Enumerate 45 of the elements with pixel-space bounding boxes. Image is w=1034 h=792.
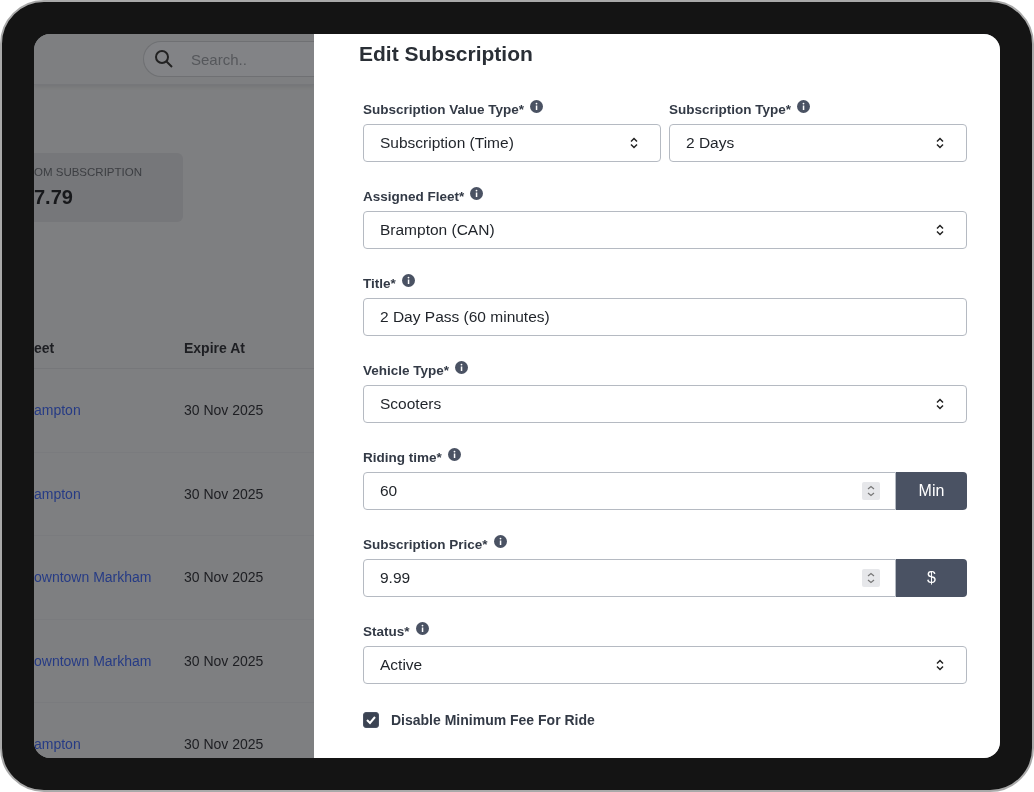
field-label: Subscription Price* <box>363 536 488 552</box>
column-header: Expire At <box>184 340 245 356</box>
spinner-icon[interactable] <box>862 569 880 587</box>
table-cell: 30 Nov 2025 <box>184 652 264 669</box>
number-field[interactable]: 9.99 <box>363 559 896 597</box>
info-icon[interactable] <box>401 273 415 287</box>
field-label: Assigned Fleet* <box>363 188 465 204</box>
chevron-updown-icon <box>936 137 944 149</box>
chevron-updown-icon <box>630 137 638 149</box>
info-icon[interactable] <box>447 447 461 461</box>
select-field[interactable]: 2 Days <box>669 124 967 162</box>
info-icon[interactable] <box>455 360 469 374</box>
field-label: Title* <box>363 275 396 291</box>
select-field[interactable]: Active <box>363 646 967 684</box>
stat-value: 7.79 <box>34 186 74 209</box>
select-field[interactable]: Brampton (CAN) <box>363 211 967 249</box>
chevron-updown-icon <box>936 224 944 236</box>
field-label: Subscription Type* <box>669 101 791 117</box>
checkbox[interactable] <box>363 712 379 728</box>
spinner-icon[interactable] <box>862 482 880 500</box>
unit-addon: Min <box>896 472 967 510</box>
field-label: Subscription Value Type* <box>363 101 525 117</box>
chevron-updown-icon <box>936 659 944 671</box>
info-icon[interactable] <box>493 534 507 548</box>
stat-label: OM SUBSCRIPTION <box>34 166 143 178</box>
field-label: Vehicle Type* <box>363 362 450 378</box>
select-field[interactable]: Subscription (Time) <box>363 124 661 162</box>
drawer-title: Edit Subscription <box>359 42 534 66</box>
table-cell: 30 Nov 2025 <box>184 485 264 502</box>
select-field[interactable]: Scooters <box>363 385 967 423</box>
table-cell: 30 Nov 2025 <box>184 736 264 753</box>
unit-addon: $ <box>896 559 967 597</box>
number-field[interactable]: 60 <box>363 472 896 510</box>
column-header: eet <box>34 340 56 356</box>
field-label: Status* <box>363 623 410 639</box>
info-icon[interactable] <box>530 99 544 113</box>
table-cell: 30 Nov 2025 <box>184 402 264 419</box>
chevron-updown-icon <box>936 398 944 410</box>
info-icon[interactable] <box>470 186 484 200</box>
field-label: Riding time* <box>363 449 442 465</box>
checkbox-label: Disable Minimum Fee For Ride <box>391 712 595 728</box>
info-icon[interactable] <box>797 99 810 113</box>
table-cell: 30 Nov 2025 <box>184 569 264 586</box>
info-icon[interactable] <box>415 621 429 635</box>
input-field[interactable]: 2 Day Pass (60 minutes) <box>363 298 967 336</box>
